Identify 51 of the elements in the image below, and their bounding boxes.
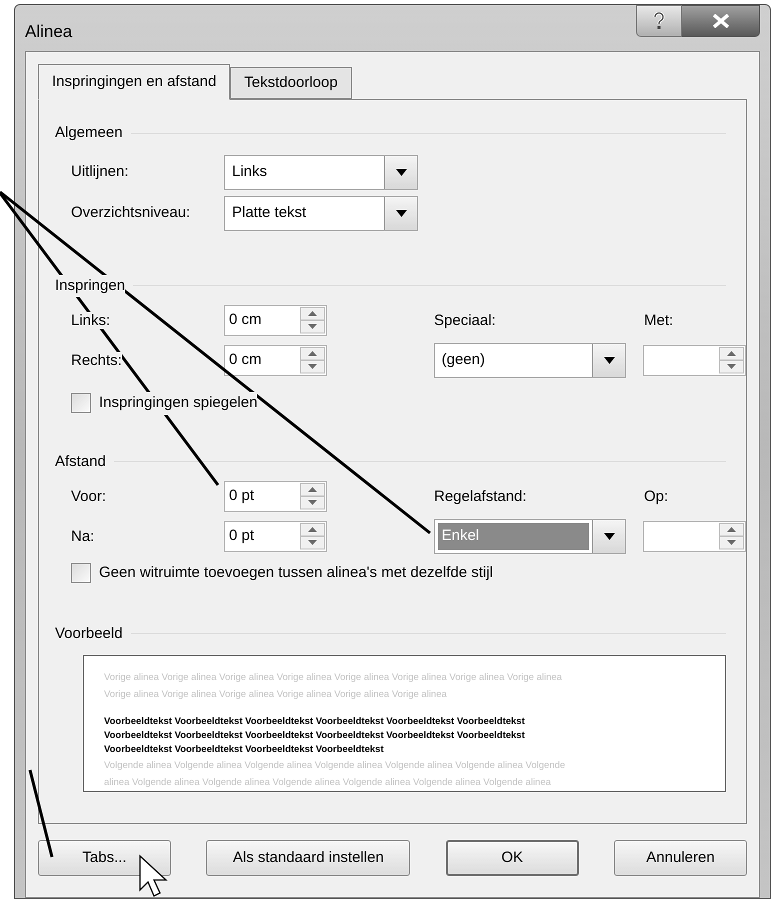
spin-field[interactable]: 0 cm <box>224 305 327 336</box>
dialog-button[interactable]: OK <box>446 840 579 876</box>
spin-arrows-icon <box>719 523 744 550</box>
field-label: Met: <box>644 312 674 328</box>
preview-text: Vorige alinea Vorige alinea Vorige alinea Vorige alinea Vorige alinea Vorige alinea Vorige alinea Vorige alinea <box>104 671 563 685</box>
spin-field[interactable] <box>643 521 746 552</box>
close-icon <box>712 14 730 28</box>
dropdown-arrow-icon <box>396 210 406 216</box>
spin-field[interactable]: 0 pt <box>224 521 327 552</box>
help-button[interactable] <box>636 5 682 37</box>
dropdown[interactable]: (geen) <box>434 343 626 378</box>
field-label: Voor: <box>71 488 106 504</box>
dropdown-arrow-icon <box>604 533 615 540</box>
tab[interactable]: Inspringingen en afstand <box>38 64 230 100</box>
spin-field[interactable]: 0 cm <box>224 345 327 376</box>
dropdown[interactable]: Platte tekst <box>224 196 418 230</box>
dialog-button[interactable]: Annuleren <box>614 840 747 876</box>
section-title: Inspringen <box>55 274 126 297</box>
field-label: Regelafstand: <box>434 488 527 504</box>
spin-arrows-icon <box>719 347 744 374</box>
spin-arrows-icon <box>300 483 325 510</box>
preview-text: alinea Volgende alinea Volgende alinea Volgende alinea Volgende alinea Volgende alinea Volgende alinea <box>104 776 552 790</box>
dialog-button[interactable]: Tabs... <box>38 840 171 876</box>
window-title: Alinea <box>25 21 72 43</box>
preview-text: Voorbeeldtekst Voorbeeldtekst Voorbeeldtekst Voorbeeldtekst <box>104 743 385 757</box>
preview-text: Vorige alinea Vorige alinea Vorige alinea Vorige alinea Vorige alinea Vorige alinea <box>104 688 448 702</box>
preview-text: Volgende alinea Volgende alinea Volgende alinea Volgende alinea Volgende alinea Volgende alinea Volgende <box>104 759 566 773</box>
preview-text: Voorbeeldtekst Voorbeeldtekst Voorbeeldtekst Voorbeeldtekst Voorbeeldtekst Voorbeeldtekst <box>104 715 526 729</box>
dropdown-arrow-icon <box>396 168 406 176</box>
dialog-button[interactable]: Als standaard instellen <box>206 840 410 876</box>
dropdown[interactable]: Links <box>224 154 418 190</box>
field-label: Rechts: <box>71 352 122 368</box>
checkbox[interactable] <box>71 393 91 414</box>
checkbox[interactable] <box>71 563 91 584</box>
spin-arrows-icon <box>300 523 325 550</box>
close-button[interactable] <box>682 5 760 37</box>
spin-arrows-icon <box>300 347 325 374</box>
help-icon <box>653 12 665 30</box>
dropdown-arrow-icon <box>604 357 615 364</box>
field-label: Op: <box>644 488 668 504</box>
spin-arrows-icon <box>300 307 325 334</box>
mouse-cursor-icon <box>139 854 168 897</box>
spin-field[interactable] <box>643 345 746 376</box>
field-label: Uitlijnen: <box>71 163 129 180</box>
field-label: Links: <box>71 312 110 328</box>
field-label: Na: <box>71 528 94 544</box>
preview-text: Voorbeeldtekst Voorbeeldtekst Voorbeeldtekst Voorbeeldtekst Voorbeeldtekst Voorbeeldtekst <box>104 729 526 743</box>
field-label: Speciaal: <box>434 312 496 328</box>
spin-field[interactable]: 0 pt <box>224 481 327 512</box>
checkbox-label: Inspringingen spiegelen <box>99 392 258 414</box>
tab[interactable]: Tekstdoorloop <box>230 67 352 99</box>
